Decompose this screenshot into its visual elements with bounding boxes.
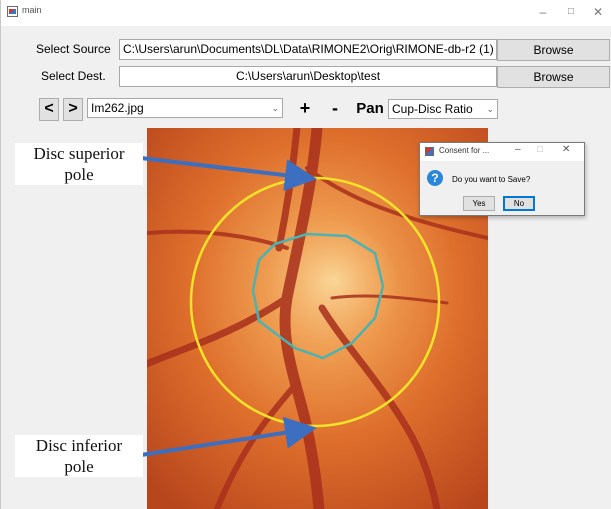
measure-mode-dropdown[interactable]: Cup-Disc Ratio ⌄: [388, 99, 498, 119]
zoom-in-button[interactable]: +: [294, 98, 316, 121]
previous-image-button[interactable]: <: [39, 98, 59, 121]
title-bar: main – □ ✕: [1, 0, 611, 26]
chevron-down-icon: ⌄: [486, 104, 494, 114]
question-icon: ?: [427, 170, 443, 186]
dialog-title-bar: Consent for ... – □ ✕: [420, 143, 584, 161]
inferior-pole-annotation: Disc inferior pole: [15, 435, 143, 477]
next-image-button[interactable]: >: [63, 98, 83, 121]
matlab-app-icon: [425, 147, 434, 156]
superior-pole-annotation: Disc superior pole: [15, 143, 143, 185]
image-file-value: Im262.jpg: [91, 101, 144, 115]
select-dest-label: Select Dest.: [41, 69, 106, 83]
zoom-out-button[interactable]: -: [324, 98, 346, 121]
measure-mode-value: Cup-Disc Ratio: [392, 102, 473, 116]
close-button[interactable]: ✕: [584, 2, 611, 22]
maximize-button[interactable]: □: [557, 2, 585, 22]
browse-source-button[interactable]: Browse: [497, 39, 610, 61]
superior-pole-line2: pole: [64, 165, 94, 184]
superior-pole-line1: Disc superior: [33, 144, 125, 163]
inferior-pole-line1: Disc inferior: [35, 436, 123, 455]
no-button[interactable]: No: [503, 196, 535, 211]
minimize-button[interactable]: –: [529, 2, 557, 22]
inferior-pole-line2: pole: [64, 457, 94, 476]
yes-button[interactable]: Yes: [463, 196, 495, 211]
pan-button[interactable]: Pan: [353, 99, 387, 121]
window-title: main: [22, 5, 42, 15]
matlab-app-icon: [7, 6, 18, 17]
dialog-maximize-button: □: [537, 144, 544, 155]
dialog-title: Consent for ...: [439, 146, 490, 155]
main-window: main – □ ✕ Select Source C:\Users\arun\D…: [0, 0, 611, 509]
dialog-close-button[interactable]: ✕: [562, 144, 570, 155]
dialog-message: Do you want to Save?: [452, 175, 531, 184]
select-source-label: Select Source: [36, 42, 111, 56]
source-path-field[interactable]: C:\Users\arun\Documents\DL\Data\RIMONE2\…: [119, 39, 497, 60]
chevron-down-icon: ⌄: [271, 103, 279, 113]
image-file-dropdown[interactable]: Im262.jpg ⌄: [87, 98, 283, 118]
consent-dialog: Consent for ... – □ ✕ ? Do you want to S…: [419, 142, 585, 216]
dest-path-field[interactable]: C:\Users\arun\Desktop\test: [119, 66, 497, 87]
browse-dest-button[interactable]: Browse: [497, 66, 610, 88]
dialog-minimize-button[interactable]: –: [515, 144, 521, 155]
